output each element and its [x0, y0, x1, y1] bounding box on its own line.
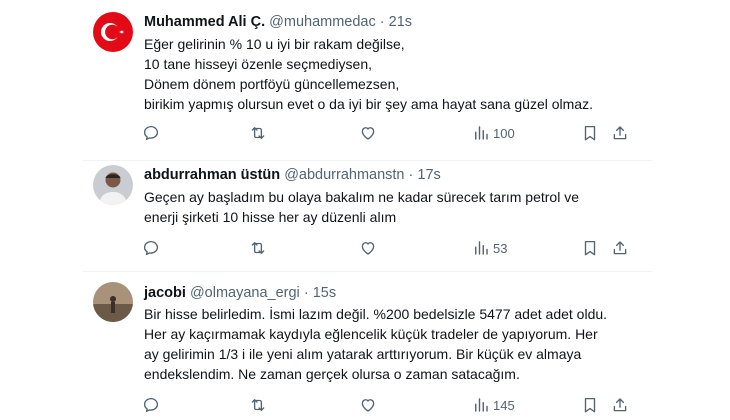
tweet-2[interactable]: abdurrahman üstün @abdurrahmanstn · 17s … [0, 161, 730, 271]
retweet-icon [251, 127, 265, 139]
bookmark-button[interactable] [581, 237, 599, 259]
views-button[interactable]: 145 [472, 394, 515, 416]
tweet-3[interactable]: jacobi @olmayana_ergi · 15s Bir hisse be… [0, 272, 730, 420]
views-icon [475, 241, 488, 255]
tweet-header: Muhammed Ali Ç. @muhammedac · 21s [144, 14, 412, 30]
tweet-line: Eğer gelirinin % 10 u iyi bir rakam deği… [144, 36, 405, 52]
views-button[interactable]: 100 [472, 122, 515, 144]
tweet-line: enerji şirketi 10 hisse her ay düzenli a… [144, 209, 397, 225]
action-bar: 100 [142, 122, 632, 144]
retweet-icon [251, 399, 265, 411]
separator: · [379, 14, 385, 30]
display-name[interactable]: abdurrahman üstün [144, 167, 280, 183]
user-handle[interactable]: @muhammedac [269, 14, 376, 30]
tweet-header: jacobi @olmayana_ergi · 15s [144, 285, 336, 301]
like-icon [361, 242, 375, 255]
like-icon [361, 127, 375, 140]
views-icon [475, 398, 488, 412]
user-photo-icon [93, 282, 133, 322]
separator: · [408, 167, 414, 183]
tweet-line: endekslendim. Ne zaman gerçek olursa o z… [144, 366, 520, 382]
bookmark-icon [584, 397, 596, 413]
tweet-line: birikim yapmış olursun evet o da iyi bir… [144, 96, 593, 112]
separator: · [303, 285, 309, 301]
share-icon [613, 126, 627, 140]
views-count: 145 [493, 397, 515, 413]
share-icon [613, 241, 627, 255]
avatar[interactable] [93, 12, 133, 52]
tweet-header: abdurrahman üstün @abdurrahmanstn · 17s [144, 167, 441, 183]
action-bar: 53 [142, 237, 632, 259]
like-button[interactable] [359, 394, 377, 416]
avatar[interactable] [93, 165, 133, 205]
retweet-button[interactable] [249, 394, 267, 416]
user-handle[interactable]: @olmayana_ergi [190, 285, 300, 301]
tweet-text: Eğer gelirinin % 10 u iyi bir rakam deği… [144, 34, 593, 114]
tweet-text: Bir hisse belirledim. İsmi lazım değil. … [144, 304, 607, 384]
retweet-button[interactable] [249, 122, 267, 144]
bookmark-icon [584, 240, 596, 256]
user-photo-icon [93, 165, 133, 205]
reply-icon [143, 397, 159, 413]
bookmark-button[interactable] [581, 122, 599, 144]
reply-icon [143, 125, 159, 141]
retweet-icon [251, 242, 265, 254]
tweet-line: Geçen ay başladım bu olaya bakalım ne ka… [144, 189, 579, 205]
reply-button[interactable] [142, 237, 160, 259]
avatar[interactable] [93, 282, 133, 322]
tweet-line: 10 tane hisseyi özenle seçmediysen, [144, 56, 373, 72]
display-name[interactable]: jacobi [144, 285, 186, 301]
views-count: 53 [493, 240, 508, 256]
tweet-line: ay gelirimin 1/3 i ile yeni alım yatarak… [144, 346, 582, 362]
like-button[interactable] [359, 237, 377, 259]
share-icon [613, 398, 627, 412]
share-button[interactable] [611, 122, 629, 144]
action-bar: 145 [142, 394, 632, 416]
display-name[interactable]: Muhammed Ali Ç. [144, 14, 265, 30]
like-button[interactable] [359, 122, 377, 144]
user-handle[interactable]: @abdurrahmanstn [284, 167, 404, 183]
views-button[interactable]: 53 [472, 237, 507, 259]
timestamp[interactable]: 21s [389, 14, 412, 30]
tweet-line: Dönem dönem portföyü güncellemezsen, [144, 76, 400, 92]
timestamp[interactable]: 15s [313, 285, 336, 301]
bookmark-icon [584, 125, 596, 141]
share-button[interactable] [611, 237, 629, 259]
share-button[interactable] [611, 394, 629, 416]
views-icon [475, 126, 488, 140]
tweet-feed: Muhammed Ali Ç. @muhammedac · 21s Eğer g… [0, 0, 730, 420]
tweet-line: Her ay kaçırmamak kaydıyla eğlencelik kü… [144, 326, 598, 342]
retweet-button[interactable] [249, 237, 267, 259]
tweet-1[interactable]: Muhammed Ali Ç. @muhammedac · 21s Eğer g… [0, 0, 730, 160]
tweet-text: Geçen ay başladım bu olaya bakalım ne ka… [144, 187, 579, 227]
tweet-line: Bir hisse belirledim. İsmi lazım değil. … [144, 306, 608, 322]
reply-button[interactable] [142, 394, 160, 416]
timestamp[interactable]: 17s [417, 167, 440, 183]
views-count: 100 [493, 125, 515, 141]
turkish-flag-icon [93, 12, 133, 52]
bookmark-button[interactable] [581, 394, 599, 416]
reply-icon [143, 240, 159, 256]
reply-button[interactable] [142, 122, 160, 144]
like-icon [361, 399, 375, 412]
